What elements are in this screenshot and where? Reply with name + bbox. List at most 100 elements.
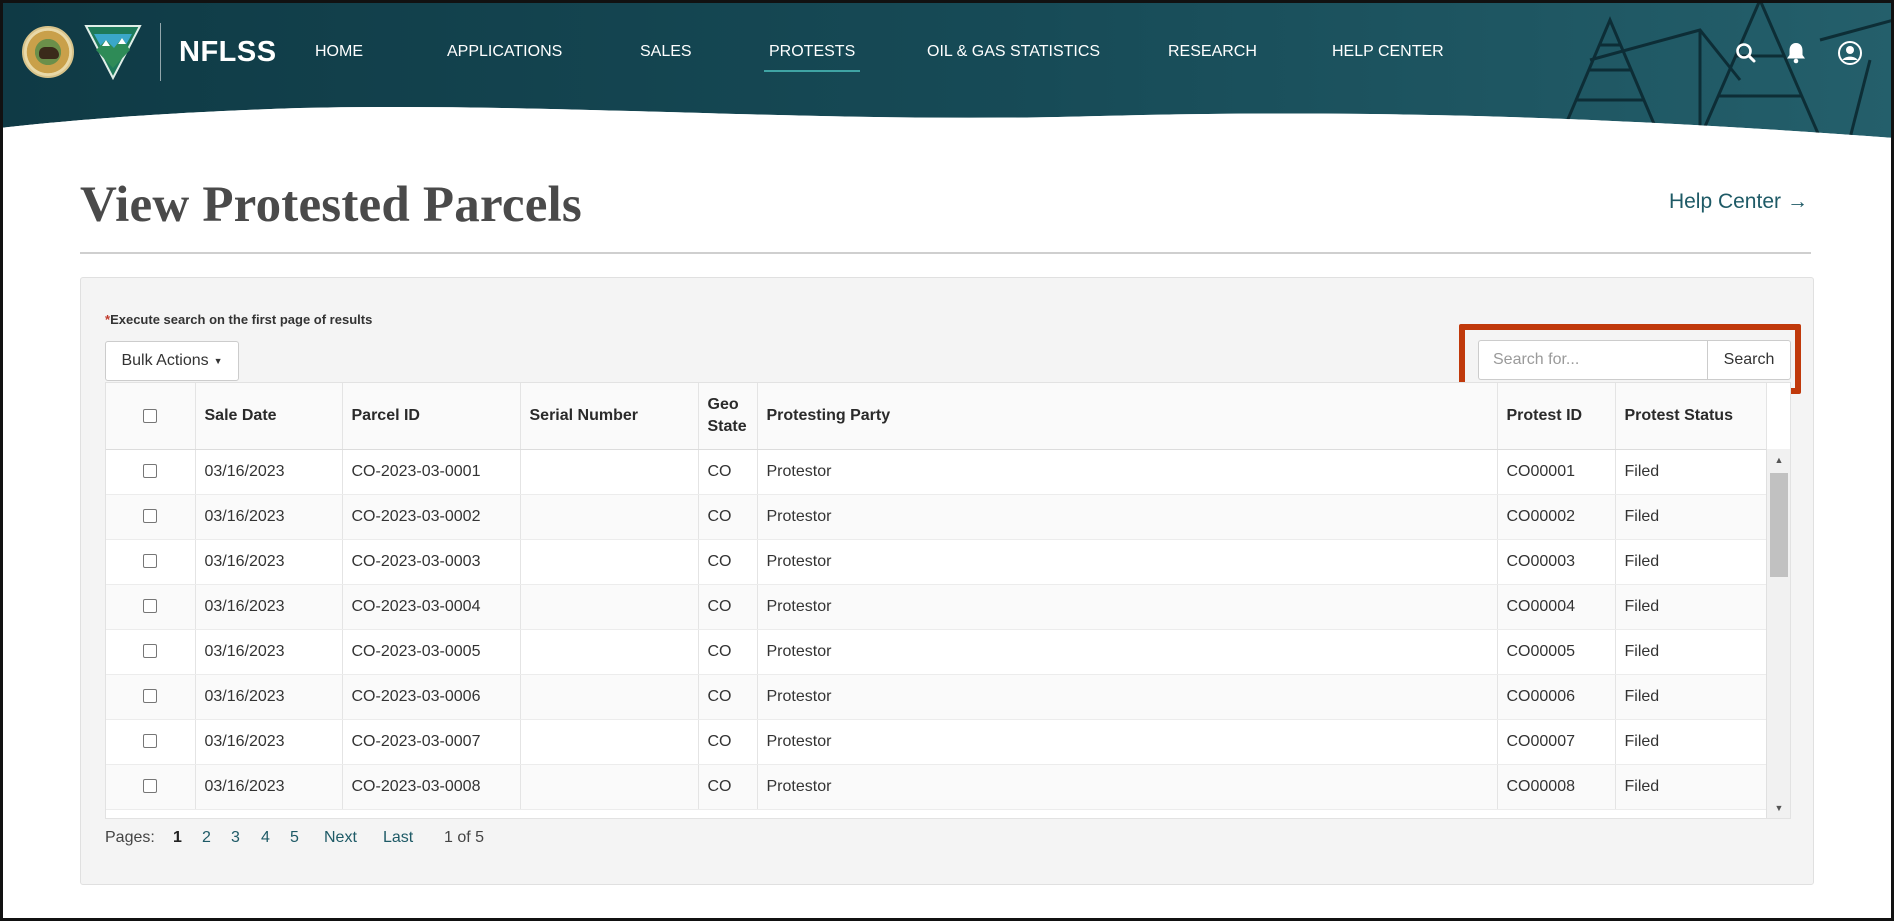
cell-serial-number: [520, 494, 699, 540]
cell-protesting-party: Protestor: [757, 539, 1498, 585]
row-select-cell: [106, 449, 196, 495]
caret-down-icon[interactable]: ▼: [214, 356, 223, 366]
nav-item-protests[interactable]: PROTESTS: [764, 40, 861, 72]
header-background: [0, 0, 1894, 150]
row-select-cell: [106, 674, 196, 720]
table-row[interactable]: 03/16/2023 CO-2023-03-0008 CO Protestor …: [106, 764, 1767, 810]
cell-protest-id: CO00003: [1497, 539, 1616, 585]
cell-parcel-id: CO-2023-03-0004: [342, 584, 521, 630]
table-row[interactable]: 03/16/2023 CO-2023-03-0007 CO Protestor …: [106, 719, 1767, 765]
search-icon[interactable]: [1733, 40, 1759, 66]
select-all-cell: [106, 383, 196, 450]
help-center-link[interactable]: Help Center →: [1669, 190, 1808, 214]
page-link-3[interactable]: 3: [231, 829, 240, 847]
nav-item-research[interactable]: RESEARCH: [1168, 40, 1257, 72]
cell-protesting-party: Protestor: [757, 629, 1498, 675]
column-header-geo-state[interactable]: Geo State: [698, 383, 758, 450]
page-link-5[interactable]: 5: [290, 829, 299, 847]
table-row[interactable]: 03/16/2023 CO-2023-03-0003 CO Protestor …: [106, 539, 1767, 585]
column-header-serial-number[interactable]: Serial Number: [520, 383, 699, 450]
row-checkbox[interactable]: [143, 554, 158, 569]
column-header-protest-id[interactable]: Protest ID: [1497, 383, 1616, 450]
cell-protest-status: Filed: [1615, 674, 1767, 720]
arrow-right-icon[interactable]: →: [1787, 190, 1808, 213]
nav-item-sales[interactable]: SALES: [640, 40, 692, 72]
row-checkbox[interactable]: [143, 464, 158, 479]
brand-name[interactable]: NFLSS: [179, 36, 277, 69]
cell-protest-id: CO00006: [1497, 674, 1616, 720]
nav-item-home[interactable]: HOME: [315, 40, 363, 72]
scrollbar-thumb[interactable]: [1770, 473, 1788, 577]
row-select-cell: [106, 584, 196, 630]
cell-protesting-party: Protestor: [757, 494, 1498, 540]
cell-geo-state: CO: [698, 719, 758, 765]
page-title: View Protested Parcels: [80, 177, 582, 233]
column-header-parcel-id[interactable]: Parcel ID: [342, 383, 521, 450]
cell-sale-date: 03/16/2023: [195, 764, 343, 810]
cell-parcel-id: CO-2023-03-0007: [342, 719, 521, 765]
row-checkbox[interactable]: [143, 779, 158, 794]
table-row[interactable]: 03/16/2023 CO-2023-03-0005 CO Protestor …: [106, 629, 1767, 675]
column-header-protesting-party[interactable]: Protesting Party: [757, 383, 1498, 450]
row-select-cell: [106, 629, 196, 675]
bulk-actions-label[interactable]: Bulk Actions: [121, 352, 208, 370]
cell-geo-state: CO: [698, 764, 758, 810]
cell-protesting-party: Protestor: [757, 449, 1498, 495]
next-page-link[interactable]: Next: [324, 829, 357, 847]
page-link-2[interactable]: 2: [202, 829, 211, 847]
cell-protest-id: CO00005: [1497, 629, 1616, 675]
cell-protest-status: Filed: [1615, 719, 1767, 765]
row-checkbox[interactable]: [143, 599, 158, 614]
cell-sale-date: 03/16/2023: [195, 494, 343, 540]
help-center-link-label[interactable]: Help Center: [1669, 190, 1781, 213]
row-select-cell: [106, 539, 196, 585]
row-checkbox[interactable]: [143, 734, 158, 749]
scroll-down-arrow-icon[interactable]: ▼: [1767, 799, 1790, 817]
cell-protest-id: CO00002: [1497, 494, 1616, 540]
table-row[interactable]: 03/16/2023 CO-2023-03-0002 CO Protestor …: [106, 494, 1767, 540]
page-link-4[interactable]: 4: [261, 829, 270, 847]
cell-protesting-party: Protestor: [757, 764, 1498, 810]
bell-icon[interactable]: [1783, 40, 1809, 66]
nav-item-help-center[interactable]: HELP CENTER: [1332, 40, 1444, 72]
search-button[interactable]: Search: [1707, 340, 1791, 380]
cell-serial-number: [520, 629, 699, 675]
column-header-sale-date[interactable]: Sale Date: [195, 383, 343, 450]
table-scrollbar[interactable]: ▲ ▼: [1766, 449, 1790, 818]
table-row[interactable]: 03/16/2023 CO-2023-03-0004 CO Protestor …: [106, 584, 1767, 630]
site-header: NFLSS HOME APPLICATIONS SALES PROTESTS O…: [0, 0, 1894, 150]
cell-protesting-party: Protestor: [757, 584, 1498, 630]
cell-protest-status: Filed: [1615, 629, 1767, 675]
parcels-table-container: Sale Date Parcel ID Serial Number Geo St…: [105, 382, 1791, 819]
select-all-checkbox[interactable]: [143, 408, 158, 423]
cell-parcel-id: CO-2023-03-0002: [342, 494, 521, 540]
row-checkbox[interactable]: [143, 509, 158, 524]
search-input[interactable]: [1478, 340, 1707, 380]
bulk-actions-dropdown[interactable]: Bulk Actions ▼: [105, 341, 239, 381]
parcels-table: Sale Date Parcel ID Serial Number Geo St…: [106, 383, 1767, 810]
user-icon[interactable]: [1837, 40, 1863, 66]
protested-parcels-panel: *Execute search on the first page of res…: [80, 277, 1814, 885]
page-summary: 1 of 5: [444, 829, 485, 846]
cell-parcel-id: CO-2023-03-0008: [342, 764, 521, 810]
scroll-up-arrow-icon[interactable]: ▲: [1767, 451, 1790, 469]
row-checkbox[interactable]: [143, 644, 158, 659]
row-select-cell: [106, 719, 196, 765]
search-notice: *Execute search on the first page of res…: [105, 312, 372, 327]
cell-serial-number: [520, 584, 699, 630]
cell-protest-status: Filed: [1615, 539, 1767, 585]
nav-item-oil-gas-statistics[interactable]: OIL & GAS STATISTICS: [927, 40, 1100, 72]
cell-serial-number: [520, 539, 699, 585]
page-link-1[interactable]: 1: [173, 829, 182, 847]
cell-parcel-id: CO-2023-03-0005: [342, 629, 521, 675]
table-row[interactable]: 03/16/2023 CO-2023-03-0001 CO Protestor …: [106, 449, 1767, 495]
column-header-protest-status[interactable]: Protest Status: [1615, 383, 1767, 450]
cell-protest-status: Filed: [1615, 764, 1767, 810]
table-row[interactable]: 03/16/2023 CO-2023-03-0006 CO Protestor …: [106, 674, 1767, 720]
nav-item-applications[interactable]: APPLICATIONS: [447, 40, 562, 72]
last-page-link[interactable]: Last: [383, 829, 413, 847]
cell-protest-status: Filed: [1615, 584, 1767, 630]
row-select-cell: [106, 494, 196, 540]
row-checkbox[interactable]: [143, 689, 158, 704]
cell-parcel-id: CO-2023-03-0006: [342, 674, 521, 720]
